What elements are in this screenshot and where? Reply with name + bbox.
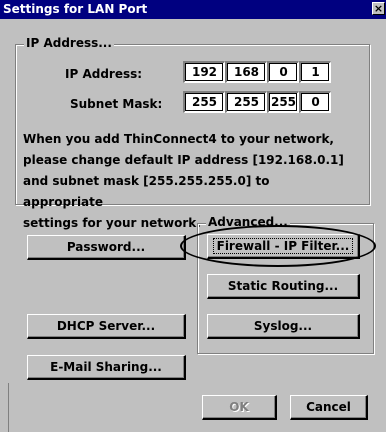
ip-address-group-label: IP Address... bbox=[24, 36, 114, 50]
mask-octet-4-field[interactable]: 0 bbox=[299, 91, 331, 113]
window-title: Settings for LAN Port bbox=[3, 2, 148, 16]
close-button[interactable]: × bbox=[372, 2, 385, 15]
dhcp-server-button[interactable]: DHCP Server... bbox=[27, 314, 186, 339]
info-message-line: and subnet mask [255.255.255.0] to appro… bbox=[23, 174, 270, 209]
email-sharing-button[interactable]: E-Mail Sharing... bbox=[27, 355, 186, 380]
mask-octet-3-field[interactable]: 255 bbox=[267, 91, 299, 113]
subnet-mask-label: Subnet Mask: bbox=[70, 97, 163, 111]
ok-button[interactable]: OK bbox=[202, 395, 277, 420]
settings-dialog: Settings for LAN Port × IP Address... IP… bbox=[0, 0, 386, 432]
cancel-button[interactable]: Cancel bbox=[290, 395, 368, 420]
firewall-button-label: Firewall - IP Filter... bbox=[212, 238, 354, 254]
mask-octet-1-field[interactable]: 255 bbox=[183, 91, 225, 113]
info-message-line: please change default IP address [192.16… bbox=[23, 153, 344, 167]
ip-octet-2-field[interactable]: 168 bbox=[225, 61, 267, 83]
title-bar[interactable]: Settings for LAN Port × bbox=[0, 0, 386, 19]
static-routing-button[interactable]: Static Routing... bbox=[207, 274, 360, 299]
mask-octet-2-field[interactable]: 255 bbox=[225, 91, 267, 113]
close-icon: × bbox=[373, 2, 384, 15]
firewall-ip-filter-button[interactable]: Firewall - IP Filter... bbox=[207, 234, 360, 259]
ip-octet-4-field[interactable]: 1 bbox=[299, 61, 331, 83]
syslog-button[interactable]: Syslog... bbox=[207, 314, 360, 339]
ip-octet-1-field[interactable]: 192 bbox=[183, 61, 225, 83]
ip-address-label: IP Address: bbox=[65, 67, 143, 81]
ip-octet-3-field[interactable]: 0 bbox=[267, 61, 299, 83]
password-button[interactable]: Password... bbox=[27, 235, 186, 260]
info-message-line: When you add ThinConnect4 to your networ… bbox=[23, 132, 334, 146]
window-edge-line bbox=[8, 383, 9, 432]
advanced-group-label: Advanced... bbox=[206, 215, 290, 229]
info-message: When you add ThinConnect4 to your networ… bbox=[23, 129, 353, 234]
